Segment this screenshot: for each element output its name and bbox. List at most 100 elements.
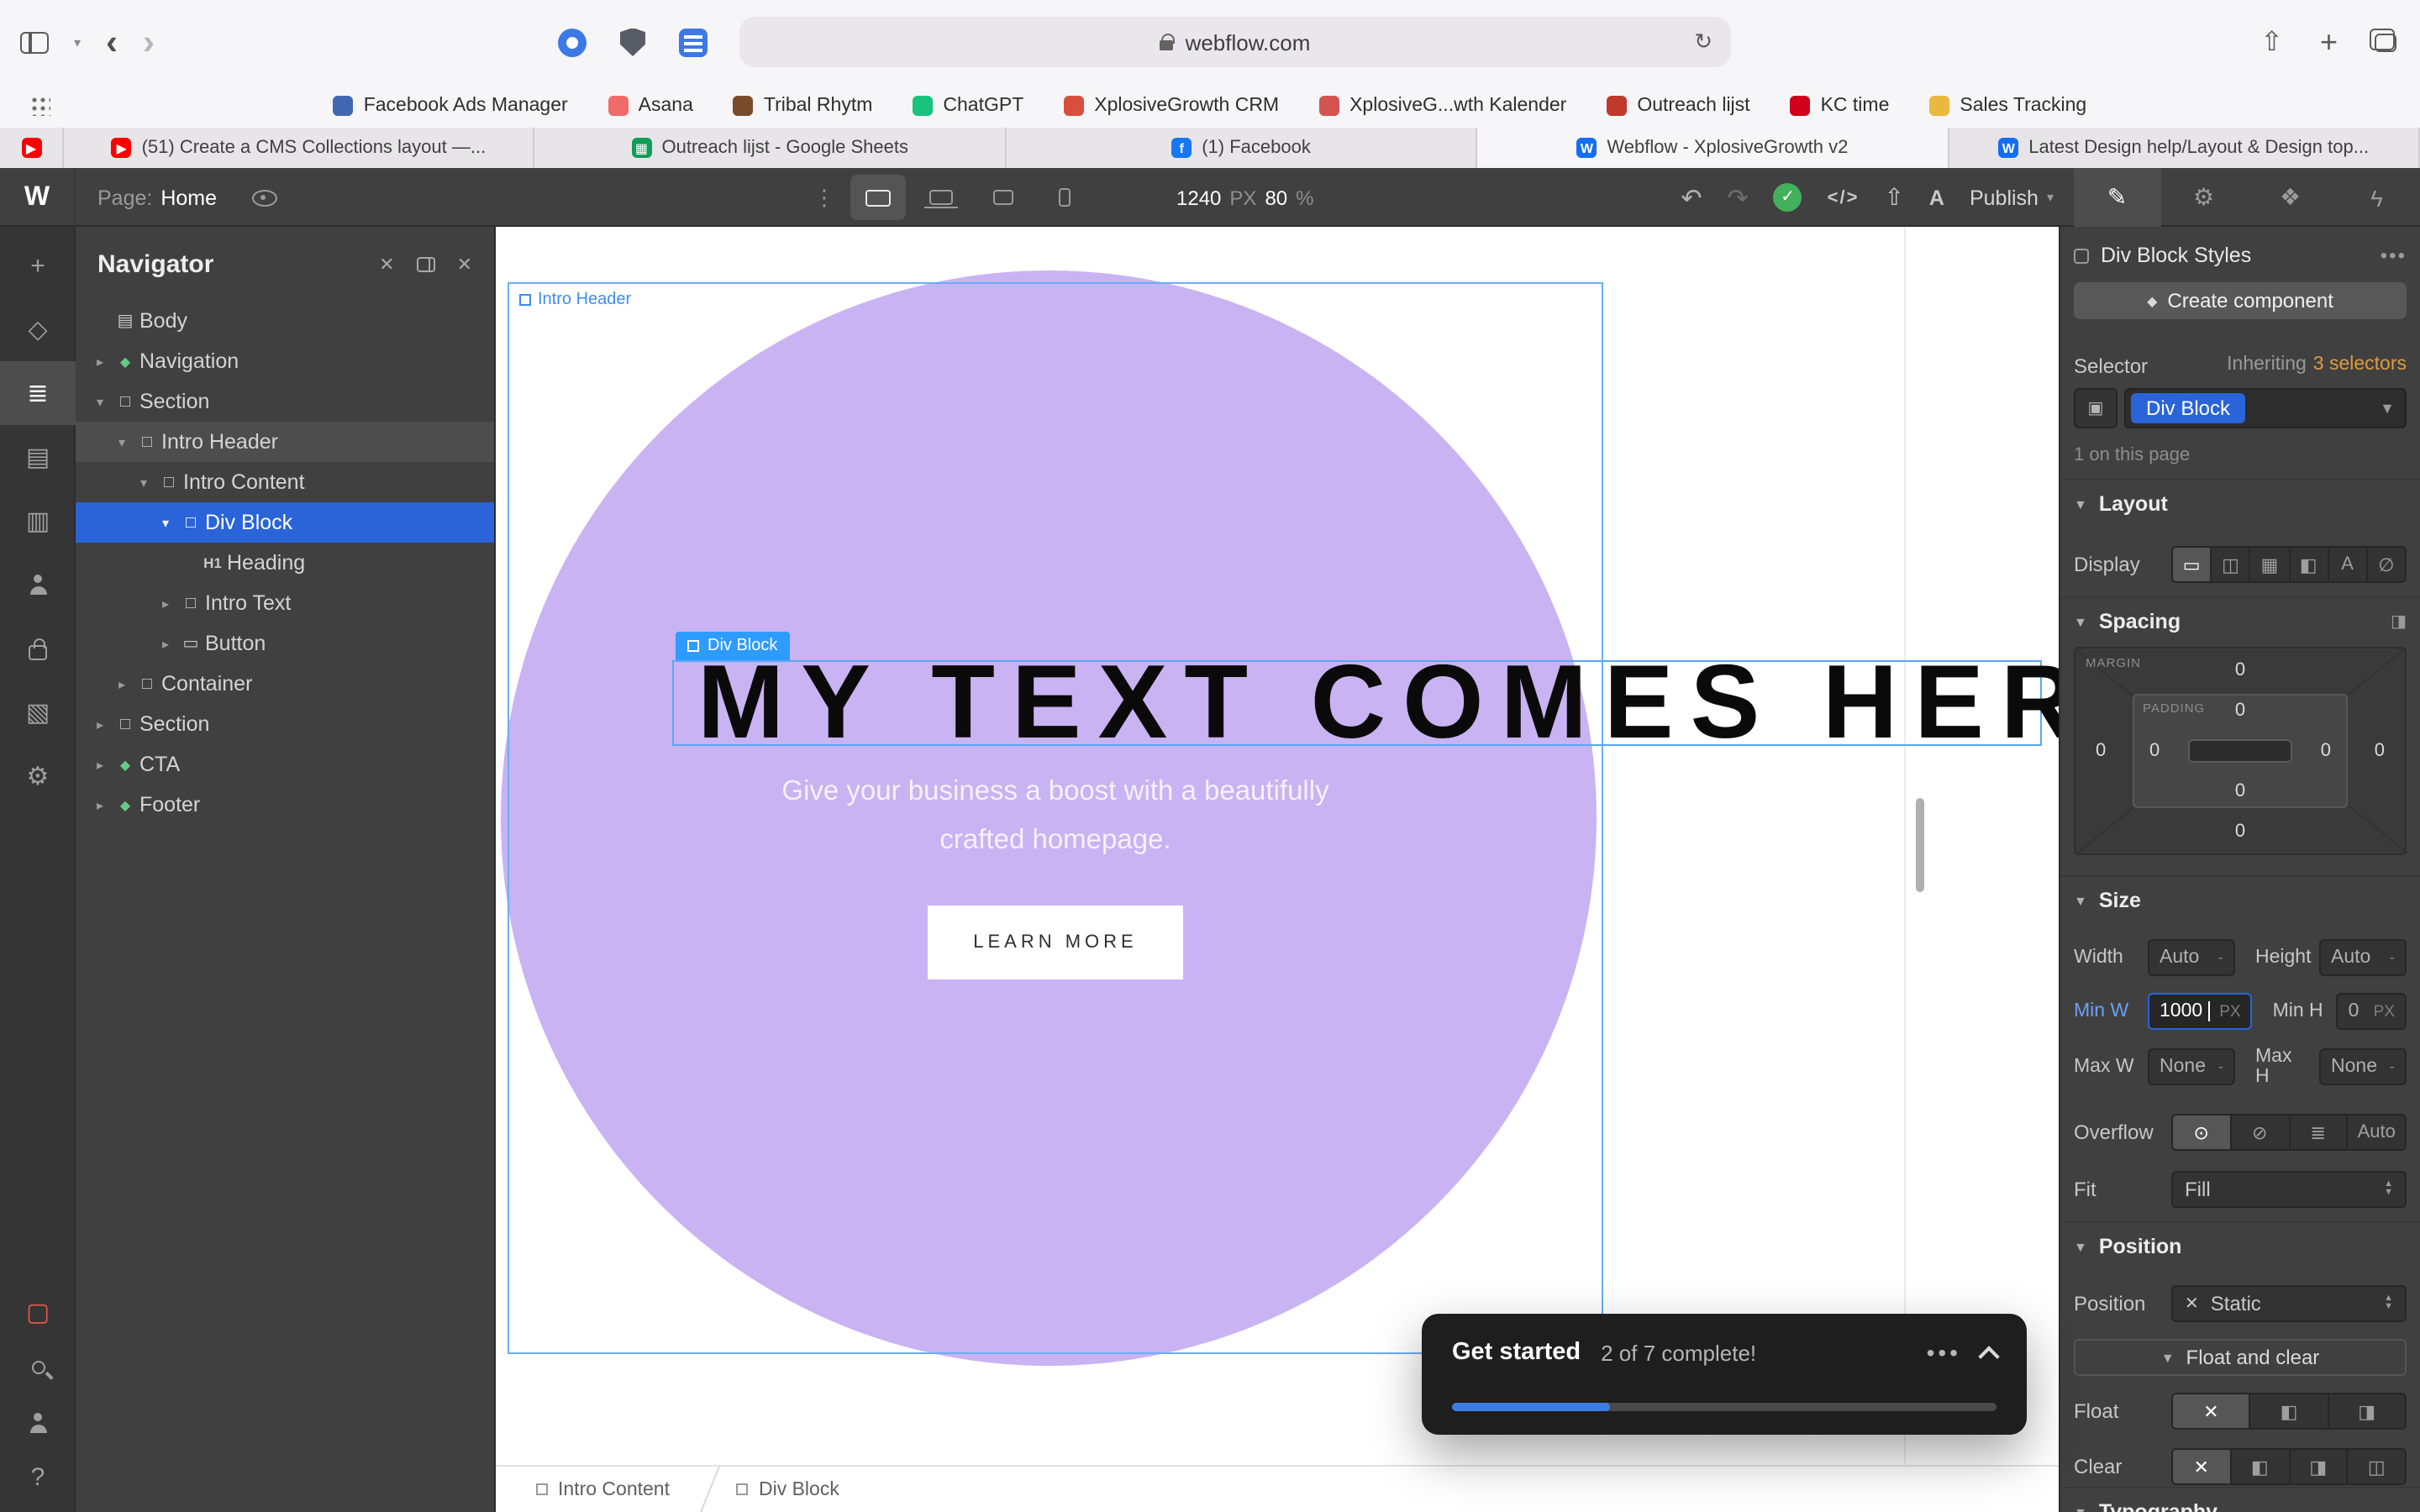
- navigator-item-intro-text[interactable]: ▸ □ Intro Text: [76, 583, 494, 623]
- checkbox-icon[interactable]: [2074, 248, 2089, 263]
- style-source-icon[interactable]: ▣: [2074, 388, 2118, 428]
- browser-tab[interactable]: ▶ (51) Create a CMS Collections layout —.…: [64, 128, 535, 168]
- float-left-icon[interactable]: ◧: [2251, 1394, 2329, 1428]
- browser-tab[interactable]: W Webflow - XplosiveGrowth v2: [1477, 128, 1949, 168]
- style-tab[interactable]: ✎: [2074, 168, 2160, 227]
- hire-button[interactable]: [0, 1394, 76, 1450]
- padding-right-value[interactable]: 0: [2321, 741, 2331, 761]
- min-height-input[interactable]: 0 PX: [2336, 993, 2407, 1030]
- search-button[interactable]: [0, 1339, 76, 1394]
- stepper-icon[interactable]: ▲ ▼: [2384, 1180, 2393, 1198]
- breakpoint-laptop-button[interactable]: [913, 175, 968, 220]
- browser-tab[interactable]: W Latest Design help/Layout & Design top.…: [1949, 128, 2420, 168]
- ecommerce-button[interactable]: [0, 617, 76, 680]
- dock-panel-icon[interactable]: [416, 256, 435, 271]
- hero-subtext[interactable]: Give your business a boost with a beauti…: [508, 768, 1603, 865]
- width-unit[interactable]: -: [2218, 948, 2223, 967]
- more-options-icon[interactable]: •••: [1927, 1339, 1961, 1366]
- tree-caret-icon[interactable]: ▾: [111, 434, 133, 449]
- page-name[interactable]: Home: [160, 186, 217, 209]
- bookmark-facebook-ads-manager[interactable]: Facebook Ads Manager: [333, 96, 568, 116]
- shield-extension-icon[interactable]: [620, 28, 645, 56]
- canvas-width-value[interactable]: 1240: [1176, 186, 1221, 209]
- chevron-down-icon[interactable]: ▾: [74, 34, 81, 50]
- position-section-header[interactable]: ▼ Position: [2074, 1235, 2407, 1258]
- chevron-down-icon[interactable]: ▼: [2380, 400, 2395, 417]
- overflow-visible-icon[interactable]: ⊙: [2173, 1116, 2232, 1149]
- display-inline-icon[interactable]: A: [2328, 548, 2368, 581]
- padding-bottom-value[interactable]: 0: [2235, 781, 2245, 801]
- bookmark-chatgpt[interactable]: ChatGPT: [913, 96, 1023, 116]
- float-clear-section-header[interactable]: ▼ Float and clear: [2074, 1339, 2407, 1376]
- margin-top-value[interactable]: 0: [2235, 660, 2245, 680]
- max-width-input[interactable]: None -: [2148, 1048, 2235, 1085]
- breadcrumb-item[interactable]: Intro Content: [516, 1467, 690, 1512]
- layout-section-header[interactable]: ▼ Layout: [2074, 492, 2407, 516]
- settings-button[interactable]: ⚙: [0, 744, 76, 808]
- bookmark-sales-tracking[interactable]: Sales Tracking: [1929, 96, 2086, 116]
- navigator-item-footer[interactable]: ▸ ◆ Footer: [76, 785, 494, 825]
- extension-lines-icon[interactable]: [679, 28, 708, 56]
- navigator-item-section[interactable]: ▸ □ Section: [76, 704, 494, 744]
- min-height-unit[interactable]: PX: [2374, 1002, 2395, 1021]
- share-icon[interactable]: ⇧: [2260, 25, 2283, 59]
- tree-caret-icon[interactable]: ▸: [89, 757, 111, 772]
- navigator-item-section[interactable]: ▾ □ Section: [76, 381, 494, 422]
- address-bar[interactable]: webflow.com ↻: [739, 17, 1731, 67]
- pages-button[interactable]: ▤: [0, 425, 76, 489]
- share-site-icon[interactable]: ⇧: [1884, 183, 1903, 212]
- display-flex-icon[interactable]: ◫: [2212, 548, 2251, 581]
- typography-section-header[interactable]: ▼ Typography: [2074, 1500, 2407, 1512]
- clear-none-icon[interactable]: ✕: [2173, 1450, 2232, 1483]
- fit-select[interactable]: Fill ▲ ▼: [2171, 1171, 2407, 1208]
- tree-caret-icon[interactable]: ▾: [155, 515, 176, 530]
- assets-button[interactable]: ▧: [0, 680, 76, 744]
- settings-tab[interactable]: ⚙: [2160, 168, 2247, 227]
- overflow-hidden-icon[interactable]: ⊘: [2232, 1116, 2290, 1149]
- tree-caret-icon[interactable]: ▸: [155, 636, 176, 651]
- max-width-unit[interactable]: -: [2218, 1058, 2223, 1076]
- webflow-logo[interactable]: W: [0, 168, 76, 227]
- padding-top-value[interactable]: 0: [2235, 701, 2245, 721]
- spacing-settings-icon[interactable]: ◨: [2391, 612, 2407, 631]
- selector-input[interactable]: Div Block ▼: [2124, 388, 2407, 428]
- bookmark-tribal-rhytm[interactable]: Tribal Rhytm: [733, 96, 872, 116]
- margin-right-value[interactable]: 0: [2375, 741, 2385, 761]
- zoom-value[interactable]: 80: [1265, 186, 1287, 209]
- selector-class-chip[interactable]: Div Block: [2131, 393, 2246, 423]
- tab-overview-icon[interactable]: [2370, 28, 2396, 51]
- get-started-toast[interactable]: Get started 2 of 7 complete! •••: [1422, 1314, 2027, 1435]
- tree-caret-icon[interactable]: ▸: [89, 797, 111, 812]
- cms-button[interactable]: ▥: [0, 489, 76, 553]
- padding-control[interactable]: PADDING 0 0 0 0: [2133, 694, 2348, 808]
- tree-caret-icon[interactable]: ▾: [133, 475, 155, 490]
- inheriting-selectors-link[interactable]: 3 selectors: [2313, 354, 2407, 378]
- clear-left-icon[interactable]: ◧: [2232, 1450, 2290, 1483]
- reload-icon[interactable]: ↻: [1694, 29, 1712, 55]
- clear-right-icon[interactable]: ◨: [2290, 1450, 2349, 1483]
- collapse-chevron-icon[interactable]: [1978, 1345, 2000, 1367]
- new-tab-button[interactable]: +: [2320, 24, 2338, 60]
- browser-tab[interactable]: ▶: [0, 128, 64, 168]
- spacing-control[interactable]: MARGIN 0 0 0 0 PADDING 0 0 0 0: [2074, 647, 2408, 855]
- navigator-item-cta[interactable]: ▸ ◆ CTA: [76, 744, 494, 785]
- video-tutorials-button[interactable]: ▢: [0, 1284, 76, 1339]
- interactions-tab[interactable]: ϟ: [2333, 168, 2420, 227]
- browser-tab[interactable]: f (1) Facebook: [1006, 128, 1478, 168]
- breakpoint-desktop-button[interactable]: [850, 175, 906, 220]
- selected-heading-element[interactable]: MY TEXT COMES HER: [672, 645, 2076, 761]
- max-height-unit[interactable]: -: [2390, 1058, 2395, 1076]
- bookmark-kc-time[interactable]: KC time: [1790, 96, 1889, 116]
- navigator-button[interactable]: ≣: [0, 361, 76, 425]
- clear-both-icon[interactable]: ◫: [2349, 1450, 2406, 1483]
- tree-caret-icon[interactable]: ▸: [89, 354, 111, 369]
- tree-caret-icon[interactable]: ▾: [89, 394, 111, 409]
- bookmark-asana[interactable]: Asana: [608, 96, 693, 116]
- deselect-icon[interactable]: ✕: [379, 253, 394, 275]
- tree-caret-icon[interactable]: ▸: [111, 676, 133, 691]
- hero-heading[interactable]: MY TEXT COMES HER: [674, 643, 2093, 763]
- breadcrumb-item[interactable]: Div Block: [717, 1467, 860, 1512]
- navigator-item-intro-header[interactable]: ▾ □ Intro Header: [76, 422, 494, 462]
- navigator-item-container[interactable]: ▸ □ Container: [76, 664, 494, 704]
- grid-icon[interactable]: [30, 96, 50, 116]
